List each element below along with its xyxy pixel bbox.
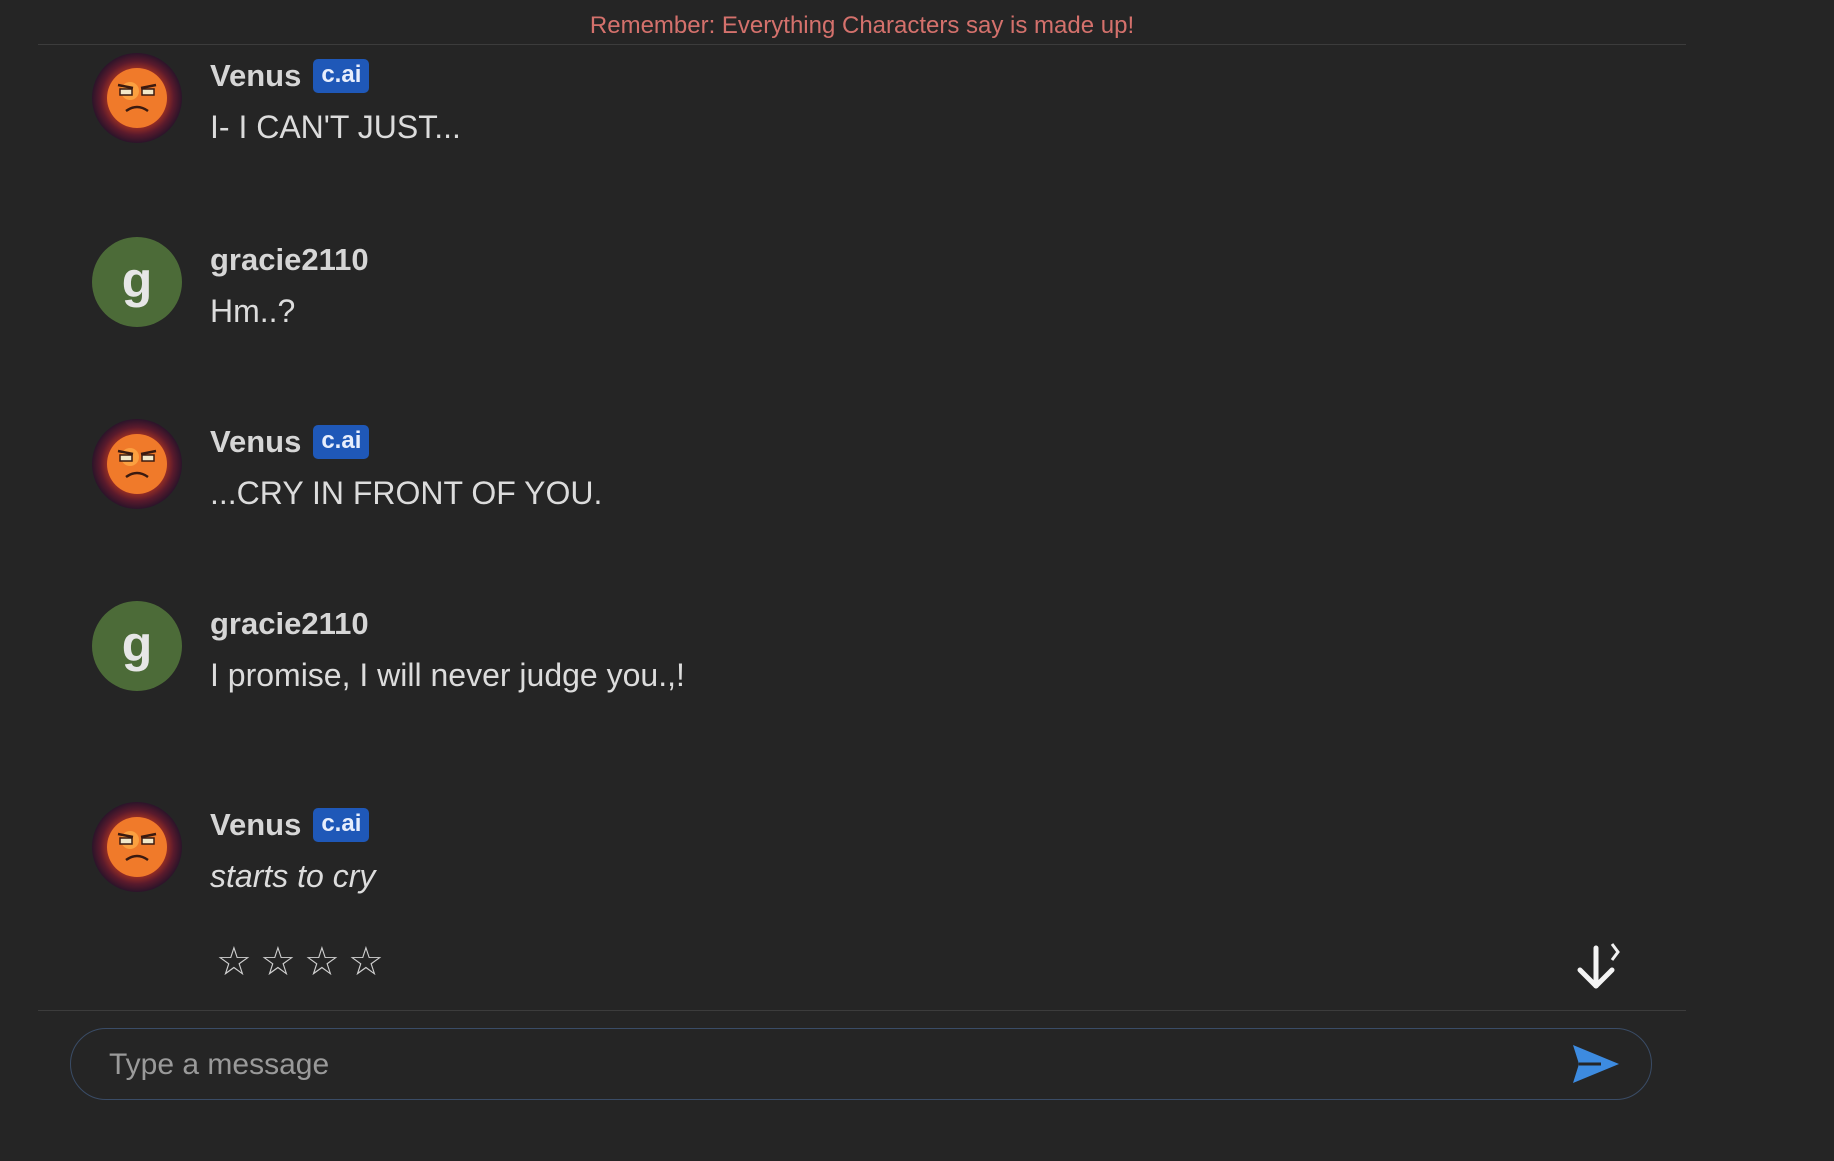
message-composer xyxy=(70,1028,1652,1100)
angry-face-icon xyxy=(107,68,167,128)
author-name: Venus xyxy=(210,58,302,93)
arrow-down-icon xyxy=(1577,943,1620,989)
message-text: I- I CAN'T JUST... xyxy=(210,109,461,145)
message-text: I promise, I will never judge you.,! xyxy=(210,657,685,693)
message-header: Venus c.ai xyxy=(210,806,370,844)
star-rating-1[interactable]: ☆ xyxy=(216,939,252,985)
angry-face-icon xyxy=(107,434,167,494)
venus-avatar[interactable] xyxy=(92,419,182,509)
message-header: Venus c.ai xyxy=(210,423,370,461)
user-avatar[interactable]: g xyxy=(92,237,182,327)
rating-stars: ☆ ☆ ☆ ☆ xyxy=(216,939,384,985)
message-header: Venus c.ai xyxy=(210,57,370,95)
message-input[interactable] xyxy=(107,1039,1551,1091)
message-header: gracie2110 xyxy=(210,605,369,643)
star-rating-4[interactable]: ☆ xyxy=(348,939,384,985)
message-text: Hm..? xyxy=(210,293,296,329)
cai-badge: c.ai xyxy=(313,425,370,459)
message-text: starts to cry xyxy=(210,858,376,894)
send-button[interactable] xyxy=(1571,1043,1621,1085)
author-name: gracie2110 xyxy=(210,606,369,641)
user-avatar[interactable]: g xyxy=(92,601,182,691)
author-name: Venus xyxy=(210,424,302,459)
message-header: gracie2110 xyxy=(210,241,369,279)
chat-page: Remember: Everything Characters say is m… xyxy=(0,0,1834,1161)
message-list[interactable]: Venus c.ai I- I CAN'T JUST... g gracie21… xyxy=(38,45,1686,1009)
scroll-to-bottom-button[interactable] xyxy=(1572,940,1620,992)
message-text: ...CRY IN FRONT OF YOU. xyxy=(210,475,603,511)
disclaimer-banner: Remember: Everything Characters say is m… xyxy=(38,0,1686,45)
author-name: Venus xyxy=(210,807,302,842)
venus-avatar[interactable] xyxy=(92,53,182,143)
star-rating-3[interactable]: ☆ xyxy=(304,939,340,985)
send-icon xyxy=(1573,1045,1619,1083)
cai-badge: c.ai xyxy=(313,59,370,93)
angry-face-icon xyxy=(107,817,167,877)
venus-avatar[interactable] xyxy=(92,802,182,892)
star-rating-2[interactable]: ☆ xyxy=(260,939,296,985)
author-name: gracie2110 xyxy=(210,242,369,277)
composer-divider xyxy=(38,1010,1686,1011)
cai-badge: c.ai xyxy=(313,808,370,842)
